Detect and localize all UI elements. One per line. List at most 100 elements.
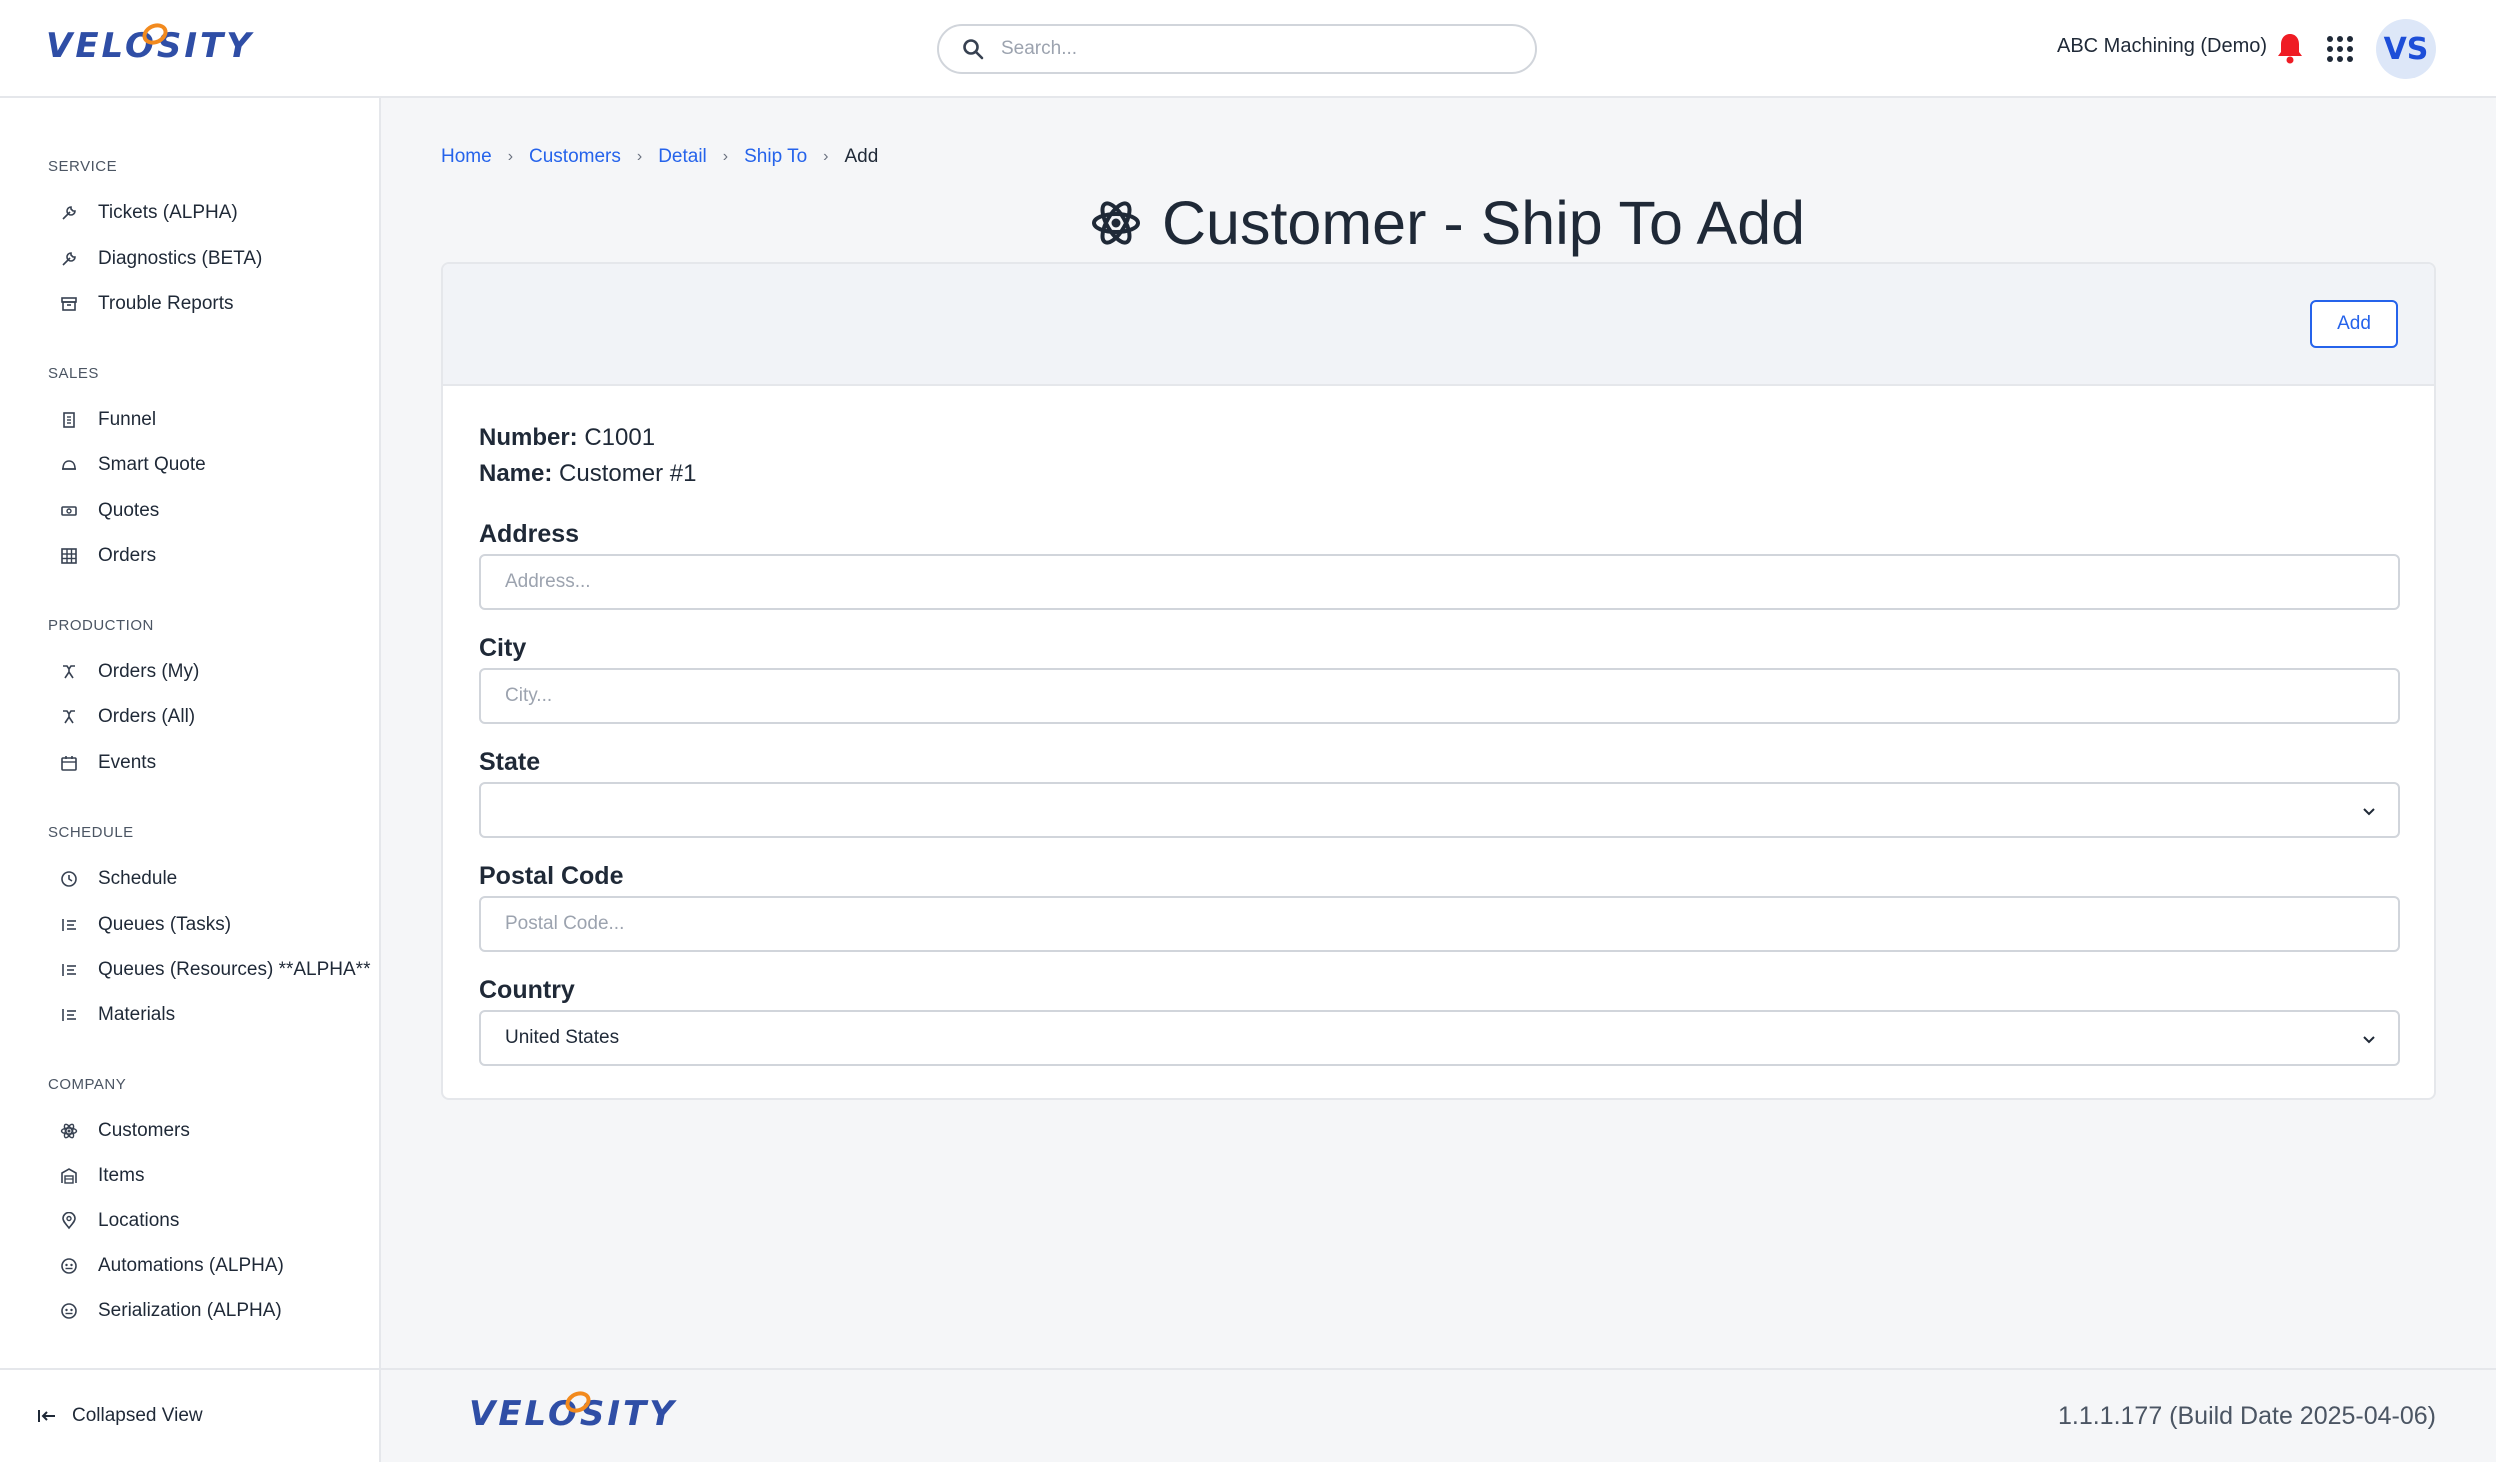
sidebar-item-label: Events: [98, 752, 157, 773]
robot-icon: [61, 1303, 77, 1319]
page-title: Customer - Ship To Add: [1090, 188, 1805, 258]
sidebar-item-label: Customers: [98, 1120, 190, 1141]
name-label: Name:: [479, 460, 553, 487]
sidebar-item-label: Queues (Resources) **ALPHA**: [98, 959, 371, 980]
sidebar: SERVICE Tickets (ALPHA) Diagnostics (BET…: [0, 98, 381, 1368]
sidebar-item-label: Serialization (ALPHA): [98, 1300, 282, 1321]
postal-code-label: Postal Code: [479, 862, 624, 890]
breadcrumb-ship-to[interactable]: Ship To: [744, 146, 807, 168]
sidebar-item-quotes[interactable]: Quotes: [60, 494, 159, 528]
city-input[interactable]: [505, 685, 2398, 707]
breadcrumb: Home › Customers › Detail › Ship To › Ad…: [441, 146, 878, 168]
sidebar-item-events[interactable]: Events: [60, 746, 156, 780]
tool-icon: [63, 710, 75, 724]
hardhat-icon: [62, 460, 76, 470]
country-selected-value: United States: [505, 1027, 620, 1048]
chevron-right-icon: ›: [636, 148, 643, 165]
sidebar-section-service: SERVICE: [48, 158, 118, 175]
sidebar-item-materials[interactable]: Materials: [60, 998, 175, 1032]
sidebar-item-label: Quotes: [98, 500, 160, 521]
address-label: Address: [479, 520, 580, 548]
sidebar-item-funnel[interactable]: Funnel: [60, 403, 156, 437]
atom-icon: [60, 1123, 78, 1139]
city-label: City: [479, 634, 527, 662]
postal-code-input[interactable]: [505, 913, 2398, 935]
name-value: Customer #1: [559, 460, 697, 487]
sidebar-item-label: Tickets (ALPHA): [98, 202, 238, 223]
page-title-text: Customer - Ship To Add: [1162, 189, 1806, 257]
warehouse-icon: [61, 1168, 77, 1184]
list-icon: [62, 1009, 76, 1021]
sidebar-item-label: Orders (My): [98, 661, 200, 682]
robot-icon: [61, 1258, 77, 1274]
chevron-down-icon: [2363, 1036, 2375, 1044]
sidebar-item-label: Locations: [98, 1210, 180, 1231]
chevron-down-icon: [2363, 808, 2375, 816]
search-box[interactable]: [937, 24, 1537, 74]
sidebar-item-orders[interactable]: Orders: [60, 539, 156, 573]
sidebar-item-serialization[interactable]: Serialization (ALPHA): [60, 1294, 282, 1328]
sidebar-item-orders-my[interactable]: Orders (My): [60, 655, 199, 689]
money-icon: [61, 506, 77, 516]
search-input[interactable]: [1001, 38, 1521, 60]
add-button[interactable]: Add: [2310, 300, 2398, 348]
calendar-icon: [61, 756, 77, 771]
collapse-left-icon: [38, 1410, 55, 1422]
sidebar-section-company: COMPANY: [48, 1076, 127, 1093]
list-icon: [62, 919, 76, 931]
wrench-icon: [62, 206, 76, 220]
ship-to-form-card: Add Number: C1001 Name: Customer #1 Addr…: [441, 262, 2436, 1100]
city-field[interactable]: [479, 668, 2400, 724]
country-select[interactable]: United States: [479, 1010, 2400, 1066]
sidebar-item-queues-resources[interactable]: Queues (Resources) **ALPHA**: [60, 953, 372, 987]
breadcrumb-current: Add: [844, 146, 879, 167]
search-icon: [963, 39, 984, 60]
breadcrumb-customers[interactable]: Customers: [529, 146, 621, 168]
building-icon: [63, 412, 75, 428]
state-select[interactable]: [479, 782, 2400, 838]
wrench-icon: [62, 252, 76, 266]
top-bar: VELOSITY ABC Machining (Demo) VS: [0, 0, 2496, 98]
organization-name[interactable]: ABC Machining (Demo): [2057, 35, 2267, 58]
atom-icon: [1092, 201, 1140, 245]
sidebar-item-customers[interactable]: Customers: [60, 1114, 190, 1148]
sidebar-item-diagnostics[interactable]: Diagnostics (BETA): [60, 242, 262, 276]
grid-icon: [61, 548, 77, 564]
country-label: Country: [479, 976, 575, 1004]
sidebar-item-items[interactable]: Items: [60, 1159, 144, 1193]
breadcrumb-detail[interactable]: Detail: [658, 146, 707, 168]
sidebar-item-smart-quote[interactable]: Smart Quote: [60, 448, 206, 482]
sidebar-item-label: Automations (ALPHA): [98, 1255, 284, 1276]
sidebar-item-automations[interactable]: Automations (ALPHA): [60, 1249, 284, 1283]
sidebar-item-orders-all[interactable]: Orders (All): [60, 700, 195, 734]
sidebar-item-trouble-reports[interactable]: Trouble Reports: [60, 287, 234, 321]
clock-icon: [61, 871, 77, 887]
velosity-logo[interactable]: VELOSITY: [46, 19, 254, 66]
number-value: C1001: [584, 424, 656, 451]
collapsed-view-toggle[interactable]: Collapsed View: [0, 1368, 381, 1462]
footer: VELOSITY 1.1.1.177 (Build Date 2025-04-0…: [381, 1368, 2496, 1462]
sidebar-item-schedule[interactable]: Schedule: [60, 862, 177, 896]
postal-code-field[interactable]: [479, 896, 2400, 952]
apps-grid-icon[interactable]: [2327, 36, 2353, 62]
notification-bell-icon[interactable]: [2275, 32, 2305, 64]
sidebar-item-tickets[interactable]: Tickets (ALPHA): [60, 196, 238, 230]
address-field[interactable]: [479, 554, 2400, 610]
sidebar-item-label: Trouble Reports: [98, 293, 234, 314]
tool-icon: [63, 665, 75, 679]
sidebar-item-label: Orders: [98, 545, 157, 566]
sidebar-item-label: Items: [98, 1165, 145, 1186]
breadcrumb-home[interactable]: Home: [441, 146, 492, 168]
address-input[interactable]: [505, 571, 2398, 593]
customer-number: Number: C1001: [479, 424, 655, 452]
sidebar-item-locations[interactable]: Locations: [60, 1204, 179, 1238]
state-label: State: [479, 748, 541, 776]
number-label: Number:: [479, 424, 578, 451]
sidebar-item-queues-tasks[interactable]: Queues (Tasks): [60, 908, 231, 942]
sidebar-item-label: Queues (Tasks): [98, 914, 232, 935]
chevron-right-icon: ›: [722, 148, 729, 165]
sidebar-section-schedule: SCHEDULE: [48, 824, 134, 841]
pin-icon: [62, 1212, 76, 1230]
customer-name: Name: Customer #1: [479, 460, 696, 488]
user-avatar[interactable]: VS: [2376, 19, 2436, 79]
